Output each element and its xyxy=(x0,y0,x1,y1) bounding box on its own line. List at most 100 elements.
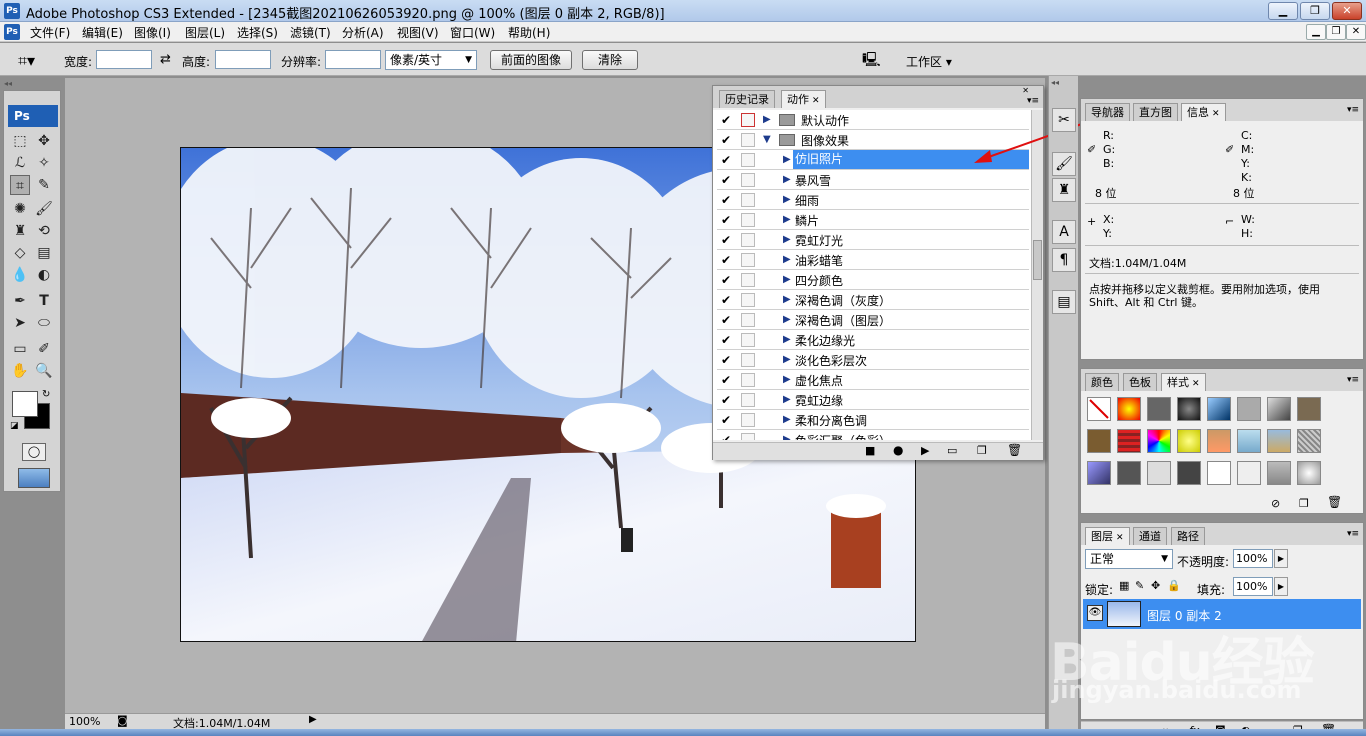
style-swatch[interactable] xyxy=(1267,397,1291,421)
blend-mode-select[interactable]: 正常 ▼ xyxy=(1085,549,1173,569)
style-swatch[interactable] xyxy=(1087,429,1111,453)
style-swatch[interactable] xyxy=(1297,397,1321,421)
style-swatch[interactable] xyxy=(1237,429,1261,453)
tab-color[interactable]: 颜色 xyxy=(1085,373,1119,391)
menu-analysis[interactable]: 分析(A) xyxy=(342,24,384,41)
lock-all-icon[interactable]: 🔒 xyxy=(1167,579,1181,592)
dialog-toggle-icon[interactable] xyxy=(741,393,755,407)
panel-close-icon[interactable]: ✕ xyxy=(1022,86,1029,95)
expand-triangle-icon[interactable]: ▶ xyxy=(783,294,791,305)
expand-triangle-icon[interactable]: ▶ xyxy=(783,254,791,265)
status-menu-arrow-icon[interactable]: ▶ xyxy=(309,714,317,725)
clear-button[interactable]: 清除 xyxy=(582,50,638,70)
tab-actions[interactable]: 动作 ✕ xyxy=(781,90,826,108)
dock-collapse-icon[interactable]: ◂◂ xyxy=(1051,78,1059,87)
style-swatch[interactable] xyxy=(1117,461,1141,485)
action-enabled-check[interactable]: ✔ xyxy=(719,213,733,227)
style-swatch[interactable] xyxy=(1117,429,1141,453)
stop-icon[interactable]: ■ xyxy=(865,444,875,457)
tab-navigator[interactable]: 导航器 xyxy=(1085,103,1130,121)
action-row[interactable]: ✔ ▶ 柔化边缘光 xyxy=(717,330,1029,350)
tab-swatches[interactable]: 色板 xyxy=(1123,373,1157,391)
collapse-triangle-icon[interactable]: ▼ xyxy=(763,134,771,145)
expand-triangle-icon[interactable]: ▶ xyxy=(783,194,791,205)
expand-triangle-icon[interactable]: ▶ xyxy=(783,394,791,405)
ellipse-tool-icon[interactable]: ⬭ xyxy=(34,313,54,333)
blur-tool-icon[interactable]: 💧 xyxy=(10,265,30,285)
lock-pixels-icon[interactable]: ✎ xyxy=(1135,579,1144,592)
type-tool-icon[interactable]: T xyxy=(34,291,54,311)
action-enabled-check[interactable]: ✔ xyxy=(719,353,733,367)
swap-colors-icon[interactable]: ↻ xyxy=(42,389,50,400)
brushes-icon[interactable]: 🖌 xyxy=(1052,152,1076,176)
move-tool-icon[interactable]: ✥ xyxy=(34,131,54,151)
eyedropper-icon[interactable]: ✐ xyxy=(34,339,54,359)
resolution-unit-select[interactable]: 像素/英寸 ▼ xyxy=(385,50,477,70)
dialog-toggle-icon[interactable] xyxy=(741,353,755,367)
front-image-button[interactable]: 前面的图像 xyxy=(490,50,572,70)
style-swatch[interactable] xyxy=(1177,461,1201,485)
expand-triangle-icon[interactable]: ▶ xyxy=(783,154,791,165)
dialog-toggle-icon[interactable] xyxy=(741,193,755,207)
menu-image[interactable]: 图像(I) xyxy=(134,24,171,41)
trash-icon[interactable]: 🗑 xyxy=(1327,495,1342,509)
dialog-toggle-icon[interactable] xyxy=(741,373,755,387)
new-style-icon[interactable]: ❐ xyxy=(1299,497,1309,510)
history-brush-icon[interactable]: ⟲ xyxy=(34,221,54,241)
style-none-swatch[interactable] xyxy=(1087,397,1111,421)
play-icon[interactable]: ▶ xyxy=(921,444,929,457)
action-row[interactable]: ✔ ▶ 淡化色彩层次 xyxy=(717,350,1029,370)
action-row[interactable]: ✔ ▶ 霓虹灯光 xyxy=(717,230,1029,250)
fill-arrow-icon[interactable]: ▶ xyxy=(1274,577,1288,596)
gradient-tool-icon[interactable]: ▤ xyxy=(34,243,54,263)
expand-triangle-icon[interactable]: ▶ xyxy=(783,174,791,185)
status-icon[interactable]: ◙ xyxy=(117,714,128,727)
zoom-tool-icon[interactable]: 🔍 xyxy=(34,361,54,381)
opacity-input[interactable]: 100% xyxy=(1233,549,1273,568)
marquee-tool-icon[interactable]: ⬚ xyxy=(10,131,30,151)
dialog-toggle-icon[interactable] xyxy=(741,413,755,427)
maximize-button[interactable]: ❐ xyxy=(1300,2,1330,20)
action-enabled-check[interactable]: ✔ xyxy=(719,273,733,287)
style-swatch[interactable] xyxy=(1117,397,1141,421)
style-swatch[interactable] xyxy=(1297,461,1321,485)
layer-comps-icon[interactable]: ▤ xyxy=(1052,290,1076,314)
expand-triangle-icon[interactable]: ▶ xyxy=(783,434,791,440)
style-swatch[interactable] xyxy=(1207,461,1231,485)
eraser-tool-icon[interactable]: ◇ xyxy=(10,243,30,263)
zoom-level[interactable]: 100% xyxy=(69,715,100,728)
action-enabled-check[interactable]: ✔ xyxy=(719,233,733,247)
expand-triangle-icon[interactable]: ▶ xyxy=(783,234,791,245)
action-row[interactable]: ✔ ▶ 霓虹边缘 xyxy=(717,390,1029,410)
expand-triangle-icon[interactable]: ▶ xyxy=(783,374,791,385)
tab-paths[interactable]: 路径 xyxy=(1171,527,1205,545)
expand-triangle-icon[interactable]: ▶ xyxy=(783,314,791,325)
menu-edit[interactable]: 编辑(E) xyxy=(82,24,123,41)
dialog-toggle-icon[interactable] xyxy=(741,153,755,167)
expand-triangle-icon[interactable]: ▶ xyxy=(783,334,791,345)
character-icon[interactable]: A xyxy=(1052,220,1076,244)
scrollbar-thumb[interactable] xyxy=(1033,240,1042,280)
hand-tool-icon[interactable]: ✋ xyxy=(10,361,30,381)
action-enabled-check[interactable]: ✔ xyxy=(719,393,733,407)
action-row[interactable]: ✔ ▶ 细雨 xyxy=(717,190,1029,210)
style-swatch[interactable] xyxy=(1267,429,1291,453)
paragraph-icon[interactable]: ¶ xyxy=(1052,248,1076,272)
height-input[interactable] xyxy=(215,50,271,69)
swap-dimensions-icon[interactable]: ⇄ xyxy=(160,52,171,67)
dialog-toggle-icon[interactable] xyxy=(741,333,755,347)
expand-triangle-icon[interactable]: ▶ xyxy=(783,414,791,425)
dialog-toggle-icon[interactable] xyxy=(741,313,755,327)
action-row[interactable]: ✔ ▶ 四分颜色 xyxy=(717,270,1029,290)
minimize-button[interactable]: ▁ xyxy=(1268,2,1298,20)
dialog-toggle-icon[interactable] xyxy=(741,233,755,247)
menu-file[interactable]: 文件(F) xyxy=(30,24,70,41)
doc-minimize-button[interactable]: ▁ xyxy=(1306,24,1326,40)
action-enabled-check[interactable]: ✔ xyxy=(719,253,733,267)
dialog-toggle-icon[interactable] xyxy=(741,133,755,147)
panel-menu-icon[interactable]: ▾≡ xyxy=(1027,96,1039,106)
menu-layer[interactable]: 图层(L) xyxy=(185,24,225,41)
expand-triangle-icon[interactable]: ▶ xyxy=(783,214,791,225)
clone-stamp-icon[interactable]: ♜ xyxy=(10,221,30,241)
lock-position-icon[interactable]: ✥ xyxy=(1151,579,1160,592)
